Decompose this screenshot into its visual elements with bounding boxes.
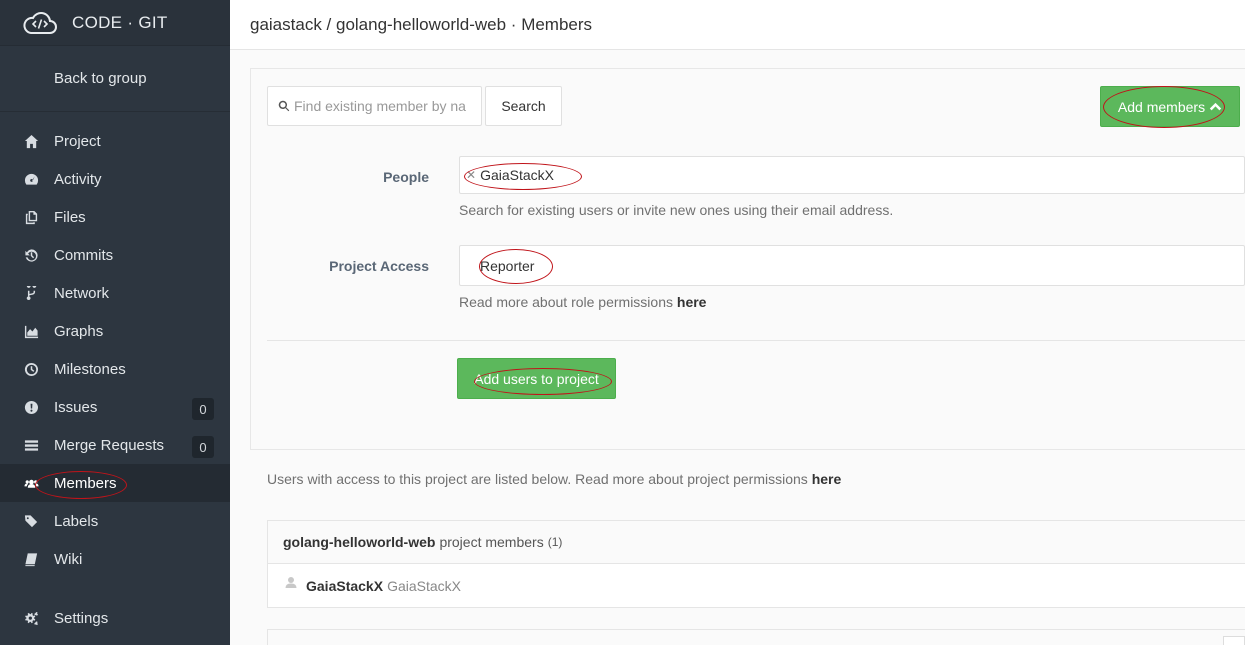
sidebar-item-label: Graphs [54, 322, 104, 340]
cloud-code-logo-icon [23, 11, 57, 34]
cogs-icon [22, 609, 40, 627]
merge-requests-count-badge: 0 [192, 436, 214, 458]
role-permissions-link[interactable]: here [677, 294, 707, 310]
sidebar-item-label: Merge Requests [54, 436, 165, 454]
brand-title: CODE · GIT [72, 12, 168, 32]
history-icon [22, 246, 40, 264]
page-header: gaiastack / golang-helloworld-web · Memb… [230, 0, 1245, 50]
members-info-label: Users with access to this project are li… [267, 471, 808, 487]
sidebar-item-settings[interactable]: Settings [0, 599, 230, 637]
sidebar-item-project[interactable]: Project [0, 122, 230, 160]
clock-icon [22, 360, 40, 378]
add-users-to-project-button[interactable]: Add users to project [457, 358, 616, 399]
main-content: Find existing member by na Search Add me… [230, 50, 1245, 645]
sidebar-item-label: Milestones [54, 360, 126, 378]
add-members-button[interactable]: Add members [1100, 86, 1240, 127]
member-row[interactable]: GaiaStackX GaiaStackX [268, 564, 1245, 608]
book-icon [22, 550, 40, 568]
form-divider [267, 340, 1245, 341]
avatar [285, 577, 297, 588]
chevron-up-icon [1209, 102, 1222, 111]
sidebar-item-label: Settings [54, 609, 109, 627]
sidebar-item-files[interactable]: Files [0, 198, 230, 236]
people-token[interactable]: ✕ GaiaStackX [466, 167, 554, 183]
project-access-select[interactable]: Reporter [459, 245, 1245, 286]
sidebar-nav: Project Activity Files Commits Network G… [0, 122, 230, 637]
search-icon [278, 100, 290, 112]
members-list-header: golang-helloworld-web project members (1… [268, 521, 1245, 564]
brand[interactable]: CODE · GIT [0, 0, 230, 46]
sidebar-item-merge-requests[interactable]: Merge Requests 0 [0, 426, 230, 464]
sidebar-item-wiki[interactable]: Wiki [0, 540, 230, 578]
project-name: golang-helloworld-web [283, 534, 436, 550]
dashboard-icon [22, 170, 40, 188]
files-icon [22, 208, 40, 226]
sidebar-item-label: Network [54, 284, 110, 302]
access-help-text: Read more about role permissions here [459, 294, 706, 310]
sidebar-item-commits[interactable]: Commits [0, 236, 230, 274]
sidebar-item-label: Files [54, 208, 86, 226]
project-access-value: Reporter [480, 257, 535, 274]
area-chart-icon [22, 322, 40, 340]
search-button[interactable]: Search [485, 86, 562, 126]
project-access-label: Project Access [329, 258, 429, 274]
sidebar-item-issues[interactable]: Issues 0 [0, 388, 230, 426]
sidebar-item-label: Wiki [54, 550, 83, 568]
sidebar-item-label: Labels [54, 512, 99, 530]
sidebar-item-network[interactable]: Network [0, 274, 230, 312]
member-name[interactable]: GaiaStackX [306, 578, 383, 594]
sidebar-item-label: Activity [54, 170, 102, 188]
sidebar-item-label: Members [54, 474, 117, 492]
branch-icon [22, 284, 40, 302]
breadcrumb[interactable]: gaiastack / golang-helloworld-web · Memb… [250, 15, 592, 35]
sidebar-item-activity[interactable]: Activity [0, 160, 230, 198]
project-permissions-link[interactable]: here [812, 471, 842, 487]
members-count: (1) [547, 535, 563, 549]
member-search-input[interactable]: Find existing member by na [267, 86, 482, 126]
add-members-panel: Find existing member by na Search Add me… [250, 68, 1245, 450]
issues-count-badge: 0 [192, 398, 214, 420]
sidebar-item-label: Project [54, 132, 101, 150]
tags-icon [22, 512, 40, 530]
sidebar-item-labels[interactable]: Labels [0, 502, 230, 540]
users-icon [22, 474, 40, 492]
people-help-text: Search for existing users or invite new … [459, 202, 894, 218]
exclamation-icon [22, 398, 40, 416]
sidebar-item-label: Issues [54, 398, 98, 416]
list-icon [22, 436, 40, 454]
member-username: GaiaStackX [387, 578, 461, 594]
home-icon [22, 132, 40, 150]
group-members-list [267, 629, 1245, 645]
people-token-label: GaiaStackX [480, 167, 554, 183]
add-members-label: Add members [1117, 98, 1206, 115]
people-select-field[interactable]: ✕ GaiaStackX [459, 156, 1245, 194]
search-placeholder: Find existing member by na [294, 98, 466, 114]
sidebar-item-members[interactable]: Members [0, 464, 230, 502]
list-toggle[interactable] [1223, 636, 1245, 645]
sidebar: CODE · GIT Back to group Project Activit… [0, 0, 230, 645]
remove-token-icon[interactable]: ✕ [466, 168, 476, 182]
project-members-list: golang-helloworld-web project members (1… [267, 520, 1245, 608]
people-label: People [383, 169, 429, 185]
access-help-label: Read more about role permissions [459, 294, 673, 310]
back-to-group-link[interactable]: Back to group [0, 46, 230, 112]
sidebar-item-graphs[interactable]: Graphs [0, 312, 230, 350]
members-heading-suffix: project members [439, 534, 544, 550]
sidebar-item-label: Commits [54, 246, 114, 264]
sidebar-item-milestones[interactable]: Milestones [0, 350, 230, 388]
members-info-text: Users with access to this project are li… [267, 471, 841, 487]
